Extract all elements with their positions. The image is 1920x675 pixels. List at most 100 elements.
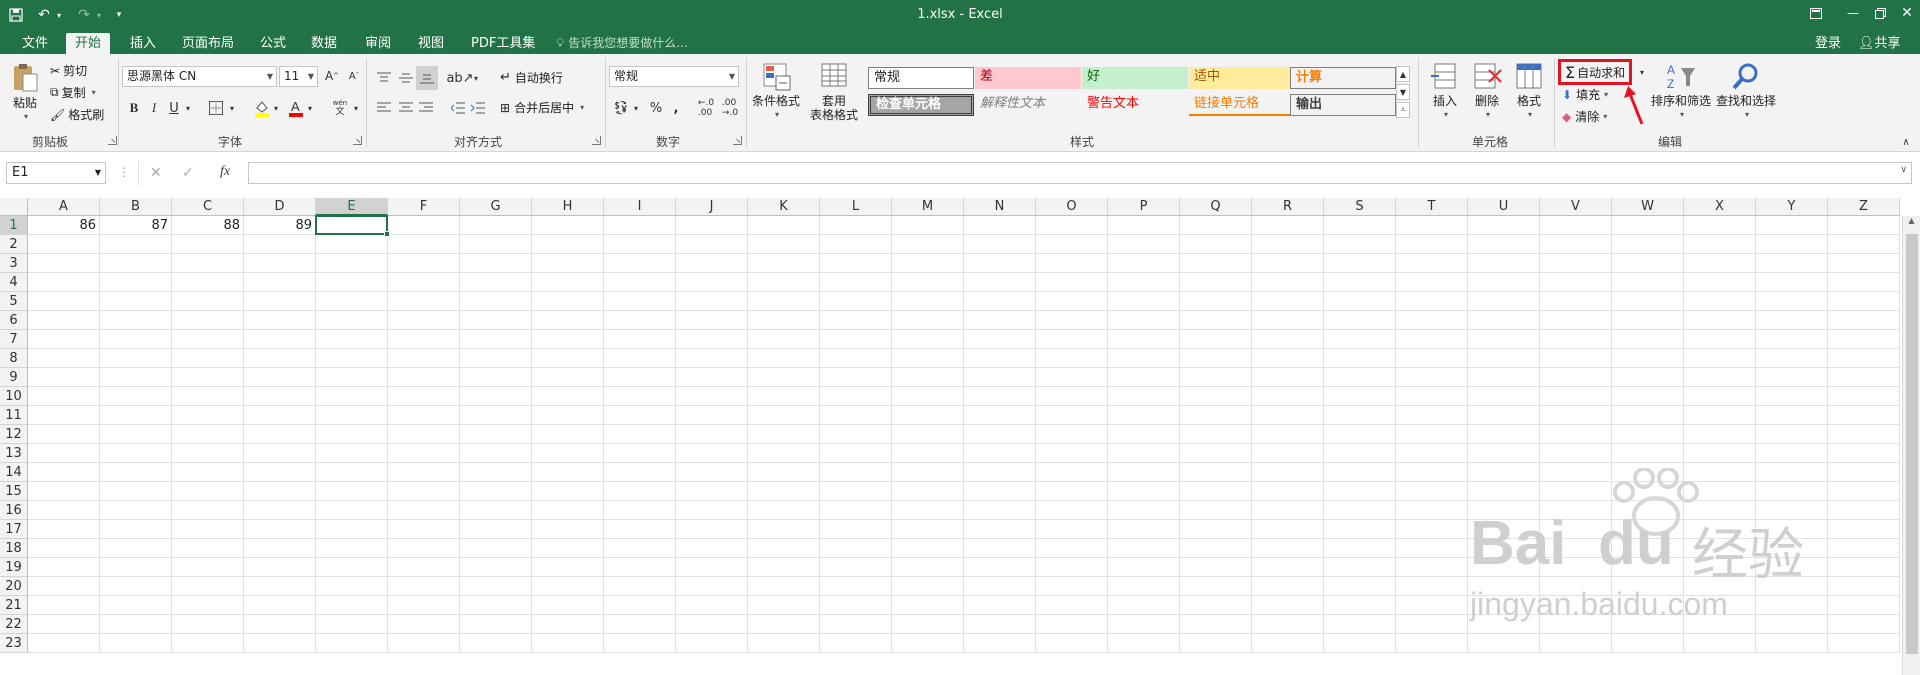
cell-i20[interactable] <box>604 577 676 596</box>
cell-c15[interactable] <box>172 482 244 501</box>
cell-s5[interactable] <box>1324 292 1396 311</box>
cell-e17[interactable] <box>316 520 388 539</box>
row-header-7[interactable]: 7 <box>0 330 28 349</box>
cell-e12[interactable] <box>316 425 388 444</box>
cell-c11[interactable] <box>172 406 244 425</box>
cell-h1[interactable] <box>532 216 604 235</box>
cell-a10[interactable] <box>28 387 100 406</box>
fill-color-dropdown-icon[interactable]: ▾ <box>270 98 282 118</box>
cell-z16[interactable] <box>1828 501 1900 520</box>
cell-p7[interactable] <box>1108 330 1180 349</box>
cell-j13[interactable] <box>676 444 748 463</box>
row-header-20[interactable]: 20 <box>0 577 28 596</box>
cell-l12[interactable] <box>820 425 892 444</box>
cell-c23[interactable] <box>172 634 244 653</box>
cell-m2[interactable] <box>892 235 964 254</box>
cell-z5[interactable] <box>1828 292 1900 311</box>
cell-c16[interactable] <box>172 501 244 520</box>
cell-a8[interactable] <box>28 349 100 368</box>
cell-a14[interactable] <box>28 463 100 482</box>
cell-w12[interactable] <box>1612 425 1684 444</box>
cell-r8[interactable] <box>1252 349 1324 368</box>
row-header-3[interactable]: 3 <box>0 254 28 273</box>
cell-z8[interactable] <box>1828 349 1900 368</box>
cell-b22[interactable] <box>100 615 172 634</box>
decrease-font-icon[interactable]: Aˇ <box>344 66 364 86</box>
cell-y9[interactable] <box>1756 368 1828 387</box>
cell-u12[interactable] <box>1468 425 1540 444</box>
accounting-dropdown-icon[interactable]: ▾ <box>630 98 642 118</box>
cell-u3[interactable] <box>1468 254 1540 273</box>
cell-y14[interactable] <box>1756 463 1828 482</box>
number-launcher-icon[interactable] <box>733 136 742 145</box>
cell-o5[interactable] <box>1036 292 1108 311</box>
cell-e23[interactable] <box>316 634 388 653</box>
cell-p8[interactable] <box>1108 349 1180 368</box>
cell-f6[interactable] <box>388 311 460 330</box>
tab-view[interactable]: 视图 <box>410 33 452 54</box>
cell-n16[interactable] <box>964 501 1036 520</box>
format-painter-button[interactable]: 🖌︎ 格式刷 <box>50 106 104 123</box>
orientation-dropdown-icon[interactable]: ▾ <box>470 68 482 88</box>
cell-o12[interactable] <box>1036 425 1108 444</box>
cell-i7[interactable] <box>604 330 676 349</box>
cell-a19[interactable] <box>28 558 100 577</box>
cell-t18[interactable] <box>1396 539 1468 558</box>
cell-g3[interactable] <box>460 254 532 273</box>
column-header-v[interactable]: V <box>1540 198 1612 216</box>
cell-r16[interactable] <box>1252 501 1324 520</box>
cell-o20[interactable] <box>1036 577 1108 596</box>
column-header-s[interactable]: S <box>1324 198 1396 216</box>
cell-e4[interactable] <box>316 273 388 292</box>
cell-d13[interactable] <box>244 444 316 463</box>
cell-y6[interactable] <box>1756 311 1828 330</box>
cell-r3[interactable] <box>1252 254 1324 273</box>
cell-t19[interactable] <box>1396 558 1468 577</box>
cell-o10[interactable] <box>1036 387 1108 406</box>
cell-z20[interactable] <box>1828 577 1900 596</box>
cell-o2[interactable] <box>1036 235 1108 254</box>
cell-g14[interactable] <box>460 463 532 482</box>
cell-m20[interactable] <box>892 577 964 596</box>
cell-k18[interactable] <box>748 539 820 558</box>
font-color-icon[interactable]: A <box>286 98 306 118</box>
cell-b3[interactable] <box>100 254 172 273</box>
cell-j11[interactable] <box>676 406 748 425</box>
cell-f14[interactable] <box>388 463 460 482</box>
cell-t8[interactable] <box>1396 349 1468 368</box>
cell-h9[interactable] <box>532 368 604 387</box>
cell-h6[interactable] <box>532 311 604 330</box>
cell-l8[interactable] <box>820 349 892 368</box>
tab-page-layout[interactable]: 页面布局 <box>174 33 242 54</box>
cell-j20[interactable] <box>676 577 748 596</box>
cell-l14[interactable] <box>820 463 892 482</box>
cell-i2[interactable] <box>604 235 676 254</box>
cell-t10[interactable] <box>1396 387 1468 406</box>
column-header-q[interactable]: Q <box>1180 198 1252 216</box>
cell-d21[interactable] <box>244 596 316 615</box>
cell-q17[interactable] <box>1180 520 1252 539</box>
cell-style-9[interactable]: 输出 <box>1290 94 1396 116</box>
underline-dropdown-icon[interactable]: ▾ <box>182 98 194 118</box>
cell-h4[interactable] <box>532 273 604 292</box>
cell-y3[interactable] <box>1756 254 1828 273</box>
cell-v12[interactable] <box>1540 425 1612 444</box>
cell-s17[interactable] <box>1324 520 1396 539</box>
column-header-l[interactable]: L <box>820 198 892 216</box>
insert-cells-button[interactable]: 插入 ▾ <box>1426 60 1464 122</box>
row-header-19[interactable]: 19 <box>0 558 28 577</box>
cell-s3[interactable] <box>1324 254 1396 273</box>
underline-button[interactable]: U <box>164 98 184 118</box>
cell-i11[interactable] <box>604 406 676 425</box>
cell-t7[interactable] <box>1396 330 1468 349</box>
cell-y4[interactable] <box>1756 273 1828 292</box>
cell-u1[interactable] <box>1468 216 1540 235</box>
cell-a22[interactable] <box>28 615 100 634</box>
increase-font-icon[interactable]: A ^ <box>322 66 342 86</box>
align-left-icon[interactable] <box>374 98 394 118</box>
cell-z1[interactable] <box>1828 216 1900 235</box>
cell-j14[interactable] <box>676 463 748 482</box>
cell-p3[interactable] <box>1108 254 1180 273</box>
percent-style-icon[interactable]: % <box>646 98 666 118</box>
autosum-button[interactable]: Σ 自动求和 <box>1558 59 1633 85</box>
